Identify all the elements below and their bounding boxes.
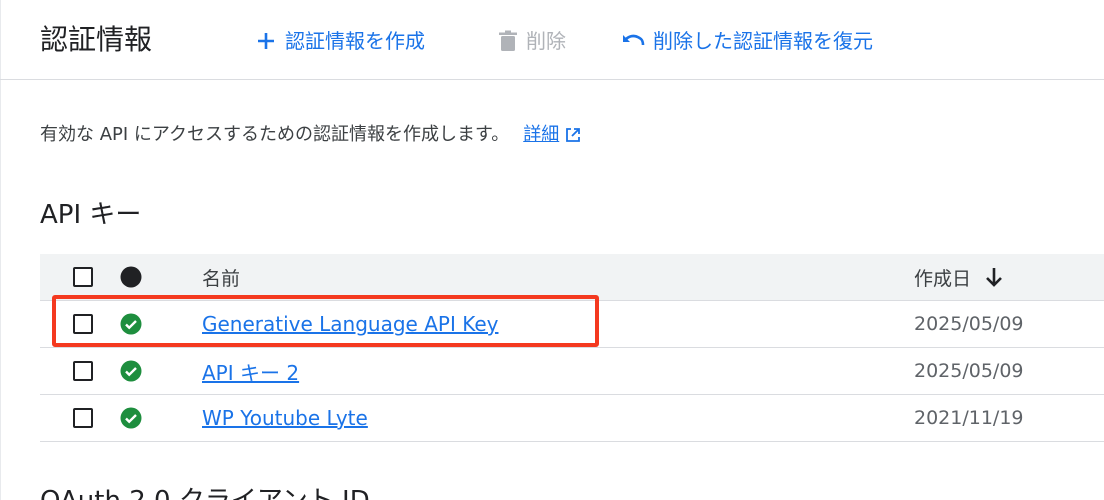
row-name: Generative Language API Key <box>202 301 498 347</box>
created-column-header[interactable]: 作成日 <box>914 254 1003 300</box>
plus-icon <box>255 30 277 52</box>
delete-label: 削除 <box>526 29 566 53</box>
page-header: 認証情報 認証情報を作成 削除 削除した認証情報を復元 <box>0 0 1104 80</box>
delete-button[interactable]: 削除 <box>498 26 566 56</box>
api-keys-table: 名前 作成日 Generative Language API Key 2025/… <box>40 254 1104 442</box>
credentials-page: 認証情報 認証情報を作成 削除 削除した認証情報を復元 有効な API にアクセ… <box>0 0 1104 500</box>
restore-deleted-credentials-button[interactable]: 削除した認証情報を復元 <box>621 26 873 56</box>
oauth-section-title: OAuth 2.0 クライアント ID <box>40 484 370 500</box>
external-link-icon <box>565 127 581 143</box>
created-column-label: 作成日 <box>914 267 972 290</box>
description-text: 有効な API にアクセスするための認証情報を作成します。 <box>40 124 510 145</box>
row-created-date: 2021/11/19 <box>914 407 1024 429</box>
api-key-link[interactable]: Generative Language API Key <box>202 312 498 336</box>
table-header-row: 名前 作成日 <box>40 254 1104 301</box>
row-name: WP Youtube Lyte <box>202 395 368 441</box>
details-link-label: 詳細 <box>523 124 560 145</box>
row-created-date: 2025/05/09 <box>914 360 1024 382</box>
create-credentials-button[interactable]: 認証情報を作成 <box>255 26 425 56</box>
row-checkbox-cell <box>73 301 93 347</box>
trash-icon <box>498 30 518 52</box>
table-row: API キー 2 2025/05/09 <box>40 348 1104 395</box>
row-checkbox[interactable] <box>73 408 93 428</box>
row-status <box>120 395 142 441</box>
description: 有効な API にアクセスするための認証情報を作成します。 詳細 <box>40 120 581 150</box>
restore-label: 削除した認証情報を復元 <box>653 29 873 53</box>
row-checkbox-cell <box>73 395 93 441</box>
check-circle-icon <box>120 407 142 429</box>
details-link[interactable]: 詳細 <box>523 120 581 150</box>
create-credentials-label: 認証情報を作成 <box>285 29 425 53</box>
table-row: WP Youtube Lyte 2021/11/19 <box>40 395 1104 442</box>
api-key-link[interactable]: API キー 2 <box>202 357 299 386</box>
page-title: 認証情報 <box>40 23 153 56</box>
table-row: Generative Language API Key 2025/05/09 <box>40 301 1104 348</box>
name-column-header[interactable]: 名前 <box>202 254 240 300</box>
row-created-date: 2025/05/09 <box>914 313 1024 335</box>
api-key-link[interactable]: WP Youtube Lyte <box>202 406 368 430</box>
select-all-cell <box>73 254 93 300</box>
select-all-checkbox[interactable] <box>73 267 93 287</box>
arrow-down-icon <box>985 267 1003 287</box>
undo-icon <box>621 31 645 51</box>
status-dot-icon <box>120 266 142 288</box>
row-checkbox[interactable] <box>73 314 93 334</box>
row-status <box>120 348 142 394</box>
row-name: API キー 2 <box>202 348 299 394</box>
row-checkbox[interactable] <box>73 361 93 381</box>
row-checkbox-cell <box>73 348 93 394</box>
check-circle-icon <box>120 360 142 382</box>
row-status <box>120 301 142 347</box>
status-column-header <box>120 254 142 300</box>
check-circle-icon <box>120 313 142 335</box>
api-keys-section-title: API キー <box>40 200 142 230</box>
